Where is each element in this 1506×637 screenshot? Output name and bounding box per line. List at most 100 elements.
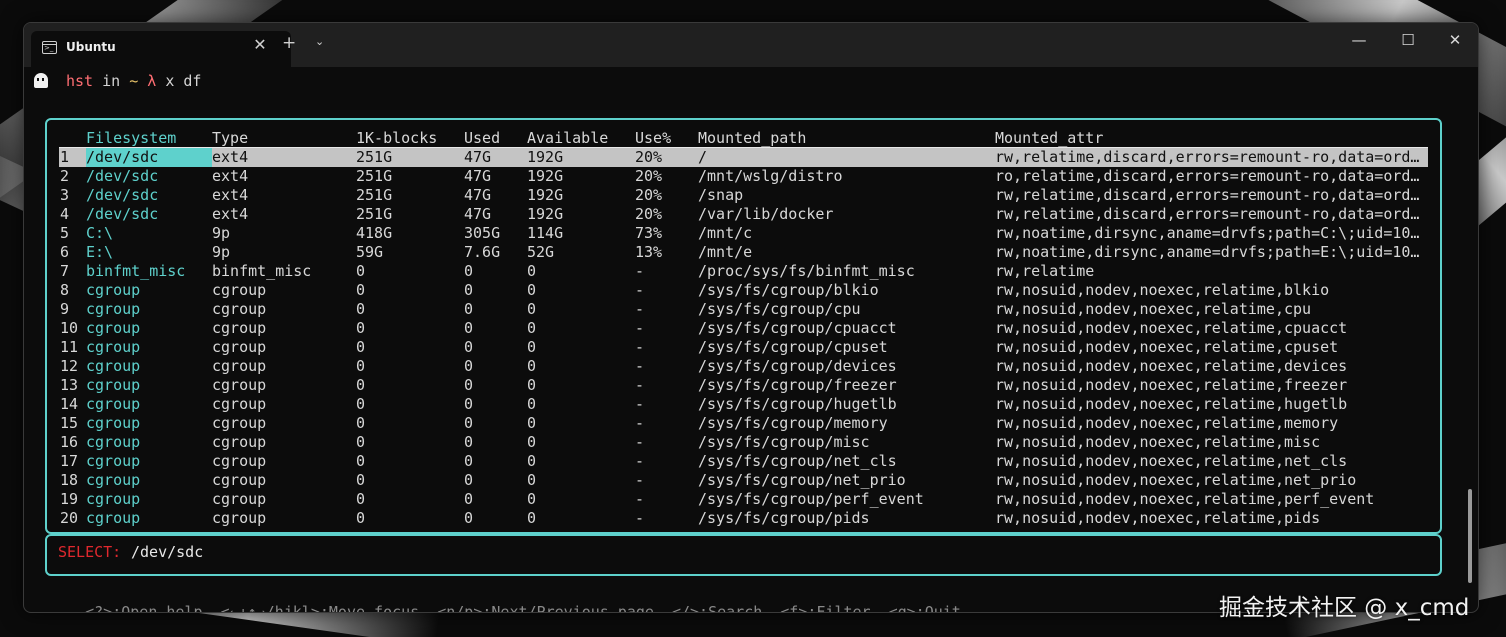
prompt-user: hst bbox=[66, 72, 94, 90]
table-row[interactable]: 13 cgroup cgroup 0 0 0 - /sys/fs/cgroup/freezer… bbox=[59, 376, 1428, 395]
table-row[interactable]: 19 cgroup cgroup 0 0 0 - /sys/fs/cgroup/perf_ev… bbox=[59, 490, 1428, 509]
cell-use-pct: - bbox=[635, 471, 645, 489]
cell-mounted-path: /sys/fs/cgroup/blkio bbox=[698, 281, 879, 299]
cell-used: 0 bbox=[464, 338, 474, 356]
cell-mounted-attr: rw,nosuid,nodev,noexec,relatime,devices bbox=[995, 357, 1348, 375]
select-value: /dev/sdc bbox=[131, 543, 204, 561]
table-row[interactable]: 15 cgroup cgroup 0 0 0 - /sys/fs/cgroup/memory r… bbox=[59, 414, 1428, 433]
cell-mounted-path: /sys/fs/cgroup/net_prio bbox=[698, 471, 906, 489]
cell-filesystem: cgroup bbox=[86, 338, 141, 356]
cell-use-pct: - bbox=[635, 509, 645, 527]
tab-ubuntu[interactable]: >_ Ubuntu ✕ bbox=[31, 31, 291, 67]
cell-mounted-path: /sys/fs/cgroup/cpuacct bbox=[698, 319, 897, 337]
table-row[interactable]: 18 cgroup cgroup 0 0 0 - /sys/fs/cgroup/net_pri… bbox=[59, 471, 1428, 490]
header-used[interactable]: Used bbox=[464, 129, 500, 148]
table-row[interactable]: 12 cgroup cgroup 0 0 0 - /sys/fs/cgroup/devices… bbox=[59, 357, 1428, 376]
cell-row-number: 7 bbox=[60, 262, 70, 280]
cell-available: 52G bbox=[527, 243, 555, 261]
cell-mounted-path: /proc/sys/fs/binfmt_misc bbox=[698, 262, 915, 280]
header-1k-blocks[interactable]: 1K-blocks bbox=[356, 129, 437, 148]
cell-row-number: 20 bbox=[60, 509, 79, 527]
cell-type: ext4 bbox=[212, 205, 249, 223]
table-row[interactable]: 10 cgroup cgroup 0 0 0 - /sys/fs/cgroup/cpuacct… bbox=[59, 319, 1428, 338]
header-filesystem[interactable]: Filesystem bbox=[86, 129, 176, 148]
cell-available: 0 bbox=[527, 395, 537, 413]
cell-type: cgroup bbox=[212, 452, 267, 470]
cell-row-number: 5 bbox=[60, 224, 70, 242]
cell-mounted-path: /snap bbox=[698, 186, 744, 204]
cell-type: cgroup bbox=[212, 395, 267, 413]
cell-available: 0 bbox=[527, 433, 537, 451]
cell-use-pct: 20% bbox=[635, 167, 663, 185]
cell-use-pct: 20% bbox=[635, 186, 663, 204]
ghost-icon bbox=[34, 73, 48, 88]
cell-mounted-attr: rw,nosuid,nodev,noexec,relatime,cpu bbox=[995, 300, 1312, 318]
header-type[interactable]: Type bbox=[212, 129, 248, 148]
cell-type: cgroup bbox=[212, 376, 267, 394]
table-row[interactable]: 20 cgroup cgroup 0 0 0 - /sys/fs/cgroup/pids rw,… bbox=[59, 509, 1428, 528]
cell-row-number: 11 bbox=[60, 338, 79, 356]
cell-use-pct: - bbox=[635, 262, 645, 280]
cell-use-pct: - bbox=[635, 414, 645, 432]
cell-filesystem: cgroup bbox=[86, 433, 141, 451]
cell-used: 47G bbox=[464, 205, 492, 223]
table-row[interactable]: 1/dev/sdc ext4 251G 47G 192G 20% / rw,relatime,… bbox=[59, 148, 1428, 167]
cell-used: 47G bbox=[464, 186, 492, 204]
header-mounted-path[interactable]: Mounted_path bbox=[698, 129, 806, 148]
cell-available: 0 bbox=[527, 490, 537, 508]
table-row[interactable]: 16 cgroup cgroup 0 0 0 - /sys/fs/cgroup/misc rw,… bbox=[59, 433, 1428, 452]
table-row[interactable]: 2/dev/sdc ext4 251G 47G 192G 20% /mnt/wslg/dis… bbox=[59, 167, 1428, 186]
new-tab-button[interactable]: + bbox=[282, 33, 296, 53]
table-row[interactable]: 4/dev/sdc ext4 251G 47G 192G 20% /var/lib/dock… bbox=[59, 205, 1428, 224]
minimize-button[interactable]: — bbox=[1344, 31, 1374, 49]
header-mounted-attr[interactable]: Mounted_attr bbox=[995, 129, 1103, 148]
table-row[interactable]: 9 cgroup cgroup 0 0 0 - /sys/fs/cgroup/cpu rw,no… bbox=[59, 300, 1428, 319]
cell-1k-blocks: 418G bbox=[356, 224, 393, 242]
cell-mounted-path: /sys/fs/cgroup/memory bbox=[698, 414, 888, 432]
close-button[interactable]: ✕ bbox=[1440, 31, 1470, 49]
cell-row-number: 17 bbox=[60, 452, 79, 470]
cell-used: 305G bbox=[464, 224, 501, 242]
cell-type: ext4 bbox=[212, 167, 249, 185]
table-row[interactable]: 5 C:\ 9p 418G 305G 114G 73% /mnt/c rw,noatime,di… bbox=[59, 224, 1428, 243]
cell-1k-blocks: 0 bbox=[356, 262, 366, 280]
cell-used: 0 bbox=[464, 357, 474, 375]
table-row[interactable]: 8 cgroup cgroup 0 0 0 - /sys/fs/cgroup/blkio rw,… bbox=[59, 281, 1428, 300]
help-filter: <f>:Filter bbox=[780, 603, 871, 613]
cell-1k-blocks: 0 bbox=[356, 281, 366, 299]
cell-mounted-attr: ro,relatime,discard,errors=remount-ro,da… bbox=[995, 167, 1420, 185]
header-use-pct[interactable]: Use% bbox=[635, 129, 671, 148]
cell-row-number: 16 bbox=[60, 433, 79, 451]
cell-used: 0 bbox=[464, 414, 474, 432]
cell-available: 0 bbox=[527, 376, 537, 394]
tab-dropdown-button[interactable]: ⌄ bbox=[315, 35, 324, 48]
cell-type: cgroup bbox=[212, 300, 267, 318]
table-row[interactable]: 3/dev/sdc ext4 251G 47G 192G 20% /snap rw,relat… bbox=[59, 186, 1428, 205]
cell-available: 192G bbox=[527, 205, 564, 223]
table-row[interactable]: 6 E:\ 9p 59G 7.6G 52G 13% /mnt/e rw,noatime,dirs… bbox=[59, 243, 1428, 262]
cell-mounted-attr: rw,nosuid,nodev,noexec,relatime,pids bbox=[995, 509, 1321, 527]
table-row[interactable]: 14 cgroup cgroup 0 0 0 - /sys/fs/cgroup/hugetlb… bbox=[59, 395, 1428, 414]
tab-close-icon[interactable]: ✕ bbox=[250, 35, 270, 54]
cell-use-pct: - bbox=[635, 357, 645, 375]
table-row[interactable]: 17 cgroup cgroup 0 0 0 - /sys/fs/cgroup/net_cls… bbox=[59, 452, 1428, 471]
cell-1k-blocks: 251G bbox=[356, 186, 393, 204]
scrollbar-thumb[interactable] bbox=[1468, 489, 1472, 583]
cell-available: 192G bbox=[527, 167, 564, 185]
table-row[interactable]: 7 binfmt_misc binfmt_misc 0 0 0 - /proc/sys/fs/… bbox=[59, 262, 1428, 281]
cell-used: 0 bbox=[464, 281, 474, 299]
cell-available: 0 bbox=[527, 471, 537, 489]
maximize-button[interactable]: ☐ bbox=[1393, 31, 1423, 49]
table-row[interactable]: 11 cgroup cgroup 0 0 0 - /sys/fs/cgroup/cpuset r… bbox=[59, 338, 1428, 357]
header-available[interactable]: Available bbox=[527, 129, 608, 148]
cell-filesystem: cgroup bbox=[86, 357, 141, 375]
cell-filesystem: /dev/sdc bbox=[86, 148, 212, 167]
df-table-panel: Filesystem Type 1K-blocks Used Available… bbox=[45, 118, 1442, 534]
cell-mounted-path: /sys/fs/cgroup/devices bbox=[698, 357, 897, 375]
cell-type: cgroup bbox=[212, 490, 267, 508]
cell-use-pct: 20% bbox=[635, 205, 663, 223]
cell-filesystem: cgroup bbox=[86, 281, 141, 299]
cell-type: cgroup bbox=[212, 433, 267, 451]
cell-filesystem: /dev/sdc bbox=[86, 205, 159, 223]
cell-available: 0 bbox=[527, 414, 537, 432]
